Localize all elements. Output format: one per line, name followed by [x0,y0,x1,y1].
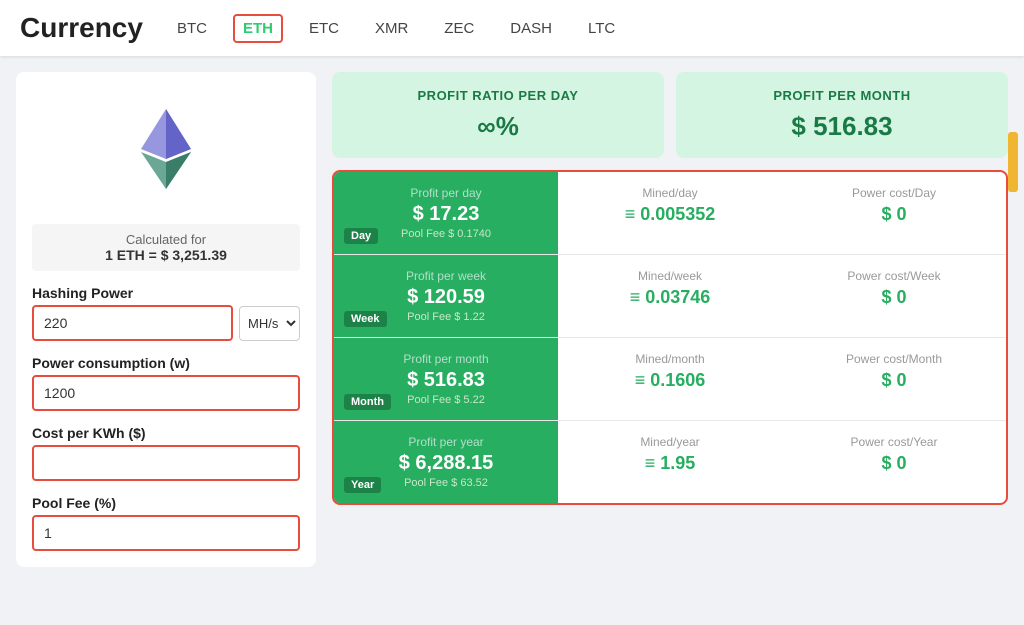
result-cell-profit-week: Profit per week $ 120.59 Pool Fee $ 1.22… [334,255,558,337]
currency-nav: BTC ETH ETC XMR ZEC DASH LTC [167,14,625,43]
nav-tab-etc[interactable]: ETC [299,14,349,43]
cost-per-kwh-input[interactable] [32,445,300,481]
hashing-power-field: Hashing Power MH/s KH/s GH/s TH/s [32,285,300,341]
profit-month-label: PROFIT PER MONTH [696,88,988,103]
profit-ratio-value: ∞% [352,111,644,142]
eth-price-value: 1 ETH = $ 3,251.39 [40,247,292,263]
nav-tab-eth[interactable]: ETH [233,14,283,43]
result-cell-profit-year: Profit per year $ 6,288.15 Pool Fee $ 63… [334,421,558,503]
pool-fee-input[interactable] [32,515,300,551]
nav-tab-dash[interactable]: DASH [500,14,562,43]
result-row-week: Profit per week $ 120.59 Pool Fee $ 1.22… [334,255,1006,338]
header: Currency BTC ETH ETC XMR ZEC DASH LTC [0,0,1024,56]
result-cell-mined-year: Mined/year ≡ 1.95 [558,421,782,503]
nav-tab-ltc[interactable]: LTC [578,14,625,43]
result-cell-power-month: Power cost/Month $ 0 [782,338,1006,420]
hashing-power-input[interactable] [32,305,233,341]
result-row-day: Profit per day $ 17.23 Pool Fee $ 0.1740… [334,172,1006,255]
hashing-power-unit-select[interactable]: MH/s KH/s GH/s TH/s [239,306,300,341]
main-content: Calculated for 1 ETH = $ 3,251.39 Hashin… [0,56,1024,583]
page-title: Currency [20,12,143,44]
result-cell-mined-day: Mined/day ≡ 0.005352 [558,172,782,254]
profit-month-value: $ 516.83 [696,111,988,142]
summary-cards: PROFIT RATIO PER DAY ∞% PROFIT PER MONTH… [332,72,1008,158]
result-cell-mined-month: Mined/month ≡ 0.1606 [558,338,782,420]
power-consumption-label: Power consumption (w) [32,355,300,371]
result-row-month: Profit per month $ 516.83 Pool Fee $ 5.2… [334,338,1006,421]
right-panel: PROFIT RATIO PER DAY ∞% PROFIT PER MONTH… [332,72,1008,567]
eth-logo-container [32,88,300,210]
pool-fee-label: Pool Fee (%) [32,495,300,511]
nav-tab-zec[interactable]: ZEC [434,14,484,43]
eth-logo-icon [121,104,211,194]
result-cell-profit-month: Profit per month $ 516.83 Pool Fee $ 5.2… [334,338,558,420]
eth-price-info: Calculated for 1 ETH = $ 3,251.39 [32,224,300,271]
hashing-power-label: Hashing Power [32,285,300,301]
nav-tab-btc[interactable]: BTC [167,14,217,43]
result-cell-power-day: Power cost/Day $ 0 [782,172,1006,254]
left-panel: Calculated for 1 ETH = $ 3,251.39 Hashin… [16,72,316,567]
cost-per-kwh-label: Cost per KWh ($) [32,425,300,441]
profit-ratio-label: PROFIT RATIO PER DAY [352,88,644,103]
result-cell-mined-week: Mined/week ≡ 0.03746 [558,255,782,337]
nav-tab-xmr[interactable]: XMR [365,14,418,43]
pool-fee-field: Pool Fee (%) [32,495,300,551]
scroll-hint [1008,132,1018,192]
result-cell-power-week: Power cost/Week $ 0 [782,255,1006,337]
profit-month-card: PROFIT PER MONTH $ 516.83 [676,72,1008,158]
result-row-year: Profit per year $ 6,288.15 Pool Fee $ 63… [334,421,1006,503]
profit-ratio-card: PROFIT RATIO PER DAY ∞% [332,72,664,158]
results-container: Profit per day $ 17.23 Pool Fee $ 0.1740… [332,170,1008,505]
cost-per-kwh-field: Cost per KWh ($) [32,425,300,481]
power-consumption-input[interactable] [32,375,300,411]
result-cell-power-year: Power cost/Year $ 0 [782,421,1006,503]
power-consumption-field: Power consumption (w) [32,355,300,411]
result-cell-profit-day: Profit per day $ 17.23 Pool Fee $ 0.1740… [334,172,558,254]
